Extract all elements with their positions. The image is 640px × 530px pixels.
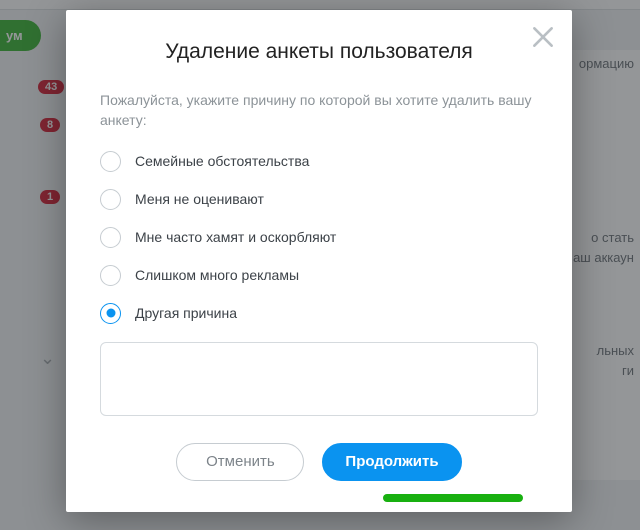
reason-label: Семейные обстоятельства bbox=[135, 153, 309, 169]
reason-label: Меня не оценивают bbox=[135, 191, 264, 207]
reason-label: Другая причина bbox=[135, 305, 237, 321]
highlight-underline bbox=[383, 494, 523, 502]
reason-textarea[interactable] bbox=[100, 342, 538, 416]
radio-icon bbox=[100, 265, 121, 286]
close-icon bbox=[530, 24, 556, 50]
close-button[interactable] bbox=[530, 24, 556, 50]
modal-actions: Отменить Продолжить bbox=[100, 443, 538, 481]
reason-option-rude[interactable]: Мне часто хамят и оскорбляют bbox=[100, 227, 538, 248]
radio-icon bbox=[100, 189, 121, 210]
radio-icon bbox=[100, 227, 121, 248]
radio-icon bbox=[100, 151, 121, 172]
reason-label: Мне часто хамят и оскорбляют bbox=[135, 229, 336, 245]
reason-option-other[interactable]: Другая причина bbox=[100, 303, 538, 324]
reason-label: Слишком много рекламы bbox=[135, 267, 299, 283]
modal-title: Удаление анкеты пользователя bbox=[100, 40, 538, 64]
reason-option-ads[interactable]: Слишком много рекламы bbox=[100, 265, 538, 286]
modal-prompt: Пожалуйста, укажите причину по которой в… bbox=[100, 90, 538, 131]
cancel-button[interactable]: Отменить bbox=[176, 443, 304, 481]
reason-options: Семейные обстоятельства Меня не оцениваю… bbox=[100, 151, 538, 324]
delete-profile-modal: Удаление анкеты пользователя Пожалуйста,… bbox=[66, 10, 572, 512]
reason-option-family[interactable]: Семейные обстоятельства bbox=[100, 151, 538, 172]
radio-icon bbox=[100, 303, 121, 324]
continue-button[interactable]: Продолжить bbox=[322, 443, 461, 481]
reason-option-not-rated[interactable]: Меня не оценивают bbox=[100, 189, 538, 210]
